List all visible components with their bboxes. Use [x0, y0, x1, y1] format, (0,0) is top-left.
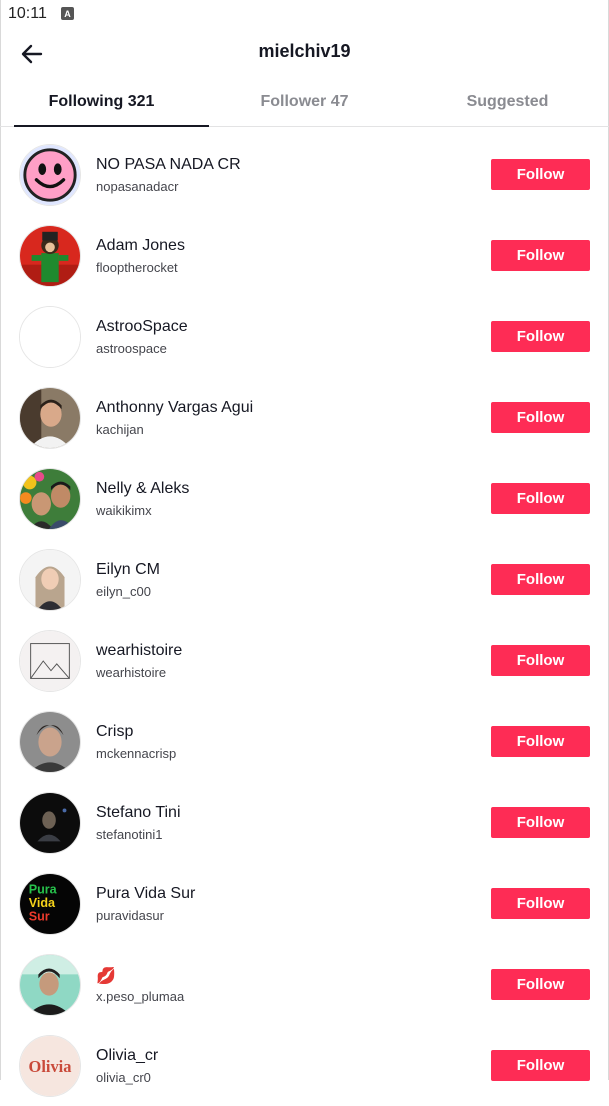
woman-portrait-avatar[interactable]	[19, 549, 81, 611]
follow-button[interactable]: Follow	[491, 1050, 590, 1081]
dark-stage-avatar[interactable]	[19, 792, 81, 854]
user-handle: mckennacrisp	[96, 746, 176, 761]
user-handle: kachijan	[96, 422, 144, 437]
follow-button[interactable]: Follow	[491, 240, 590, 271]
user-handle: puravidasur	[96, 908, 164, 923]
user-handle: olivia_cr0	[96, 1070, 151, 1085]
smiley-face-avatar[interactable]	[19, 144, 81, 206]
tab-follower[interactable]: Follower 47	[203, 78, 406, 126]
user-name: wearhistoire	[96, 642, 182, 660]
tab-bar: Following 321 Follower 47 Suggested	[0, 78, 609, 127]
list-item[interactable]: Pura Vida Sur Pura Vida Sur puravidasur …	[0, 863, 609, 944]
follow-button[interactable]: Follow	[491, 402, 590, 433]
list-item[interactable]: NO PASA NADA CR nopasanadacr Follow	[0, 134, 609, 215]
user-name: Olivia_cr	[96, 1047, 158, 1065]
list-item[interactable]: Nelly & Aleks waikikimx Follow	[0, 458, 609, 539]
user-handle: eilyn_c00	[96, 584, 151, 599]
user-name: AstrooSpace	[96, 318, 188, 336]
couple-selfie-avatar[interactable]	[19, 468, 81, 530]
user-handle: wearhistoire	[96, 665, 166, 680]
user-handle: stefanotini1	[96, 827, 163, 842]
list-item[interactable]: Olivia Olivia_cr olivia_cr0 Follow	[0, 1025, 609, 1106]
user-handle: x.peso_plumaa	[96, 989, 184, 1004]
status-time: 10:11	[8, 5, 47, 23]
follow-button[interactable]: Follow	[491, 726, 590, 757]
tab-following[interactable]: Following 321	[0, 78, 203, 126]
mountain-logo-avatar[interactable]	[19, 630, 81, 692]
status-bar: 10:11 A	[0, 0, 609, 28]
follow-button[interactable]: Follow	[491, 645, 590, 676]
list-item[interactable]: Eilyn CM eilyn_c00 Follow	[0, 539, 609, 620]
list-item[interactable]: 💋 x.peso_plumaa Follow	[0, 944, 609, 1025]
user-name: Stefano Tini	[96, 804, 181, 822]
list-item[interactable]: Crisp mckennacrisp Follow	[0, 701, 609, 782]
list-item[interactable]: AstrooSpace astroospace Follow	[0, 296, 609, 377]
man-portrait-avatar[interactable]	[19, 387, 81, 449]
svg-text:Vida: Vida	[29, 896, 56, 910]
user-name: Pura Vida Sur	[96, 885, 195, 903]
list-item[interactable]: Anthonny Vargas Agui kachijan Follow	[0, 377, 609, 458]
follow-button[interactable]: Follow	[491, 807, 590, 838]
user-name: NO PASA NADA CR	[96, 156, 241, 174]
list-item[interactable]: Stefano Tini stefanotini1 Follow	[0, 782, 609, 863]
user-handle: waikikimx	[96, 503, 152, 518]
following-list: NO PASA NADA CR nopasanadacr Follow Adam…	[0, 134, 609, 1106]
user-name: Anthonny Vargas Agui	[96, 399, 253, 417]
user-handle: nopasanadacr	[96, 179, 178, 194]
follow-button[interactable]: Follow	[491, 321, 590, 352]
svg-text:Sur: Sur	[29, 909, 50, 923]
user-handle: flooptherocket	[96, 260, 178, 275]
user-name: Nelly & Aleks	[96, 480, 189, 498]
tab-suggested[interactable]: Suggested	[406, 78, 609, 126]
svg-text:Olivia: Olivia	[29, 1057, 72, 1076]
follow-button[interactable]: Follow	[491, 483, 590, 514]
young-man-avatar[interactable]	[19, 711, 81, 773]
list-item[interactable]: wearhistoire wearhistoire Follow	[0, 620, 609, 701]
costume-character-avatar[interactable]	[19, 225, 81, 287]
header: mielchiv19	[0, 28, 609, 78]
svg-text:Pura: Pura	[29, 882, 58, 896]
user-name: 💋	[96, 966, 116, 986]
user-name: Eilyn CM	[96, 561, 160, 579]
follow-button[interactable]: Follow	[491, 969, 590, 1000]
list-item[interactable]: Adam Jones flooptherocket Follow	[0, 215, 609, 296]
follow-button[interactable]: Follow	[491, 888, 590, 919]
pura-vida-sur-logo-avatar[interactable]: Pura Vida Sur	[19, 873, 81, 935]
user-name: Adam Jones	[96, 237, 185, 255]
singer-portrait-avatar[interactable]	[19, 954, 81, 1016]
page-title: mielchiv19	[0, 41, 609, 62]
blank-avatar[interactable]	[19, 306, 81, 368]
olivia-logo-avatar[interactable]: Olivia	[19, 1035, 81, 1097]
user-name: Crisp	[96, 723, 133, 741]
a-letter-icon: A	[61, 7, 74, 20]
user-handle: astroospace	[96, 341, 167, 356]
follow-button[interactable]: Follow	[491, 564, 590, 595]
follow-button[interactable]: Follow	[491, 159, 590, 190]
